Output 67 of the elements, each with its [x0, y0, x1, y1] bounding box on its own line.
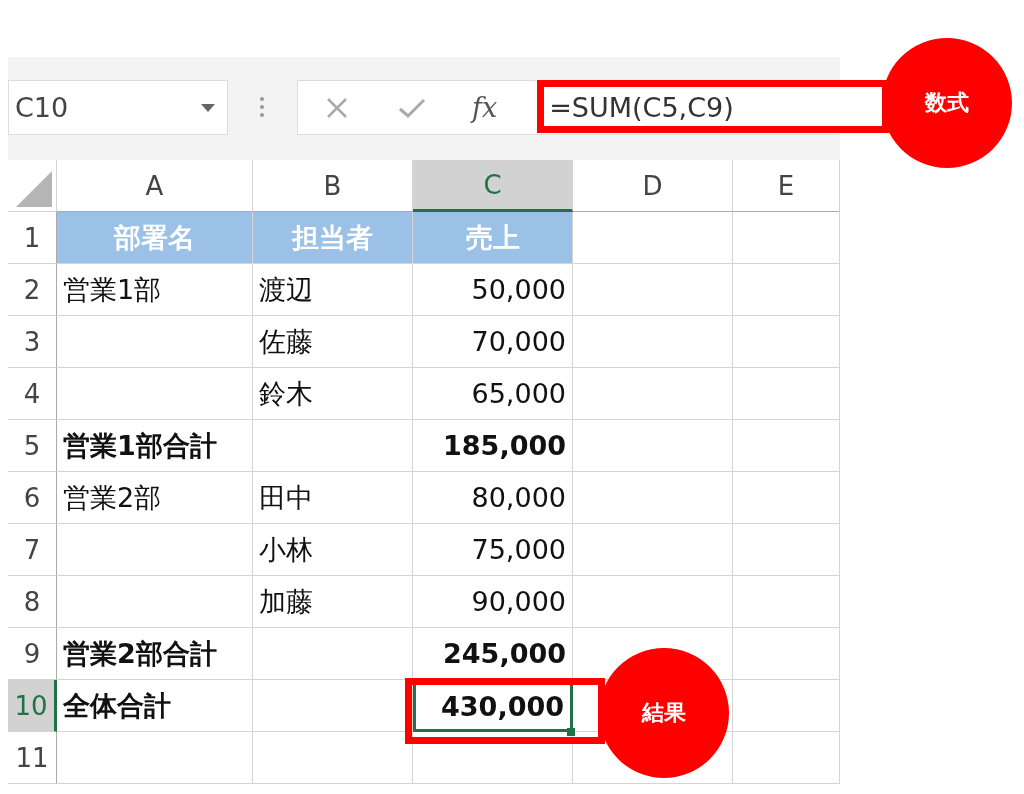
name-box[interactable]: C10	[8, 80, 228, 135]
row-header[interactable]: 4	[8, 368, 57, 420]
table-cell[interactable]: 佐藤	[253, 316, 413, 368]
table-cell[interactable]: 小林	[253, 524, 413, 576]
table-cell[interactable]	[253, 628, 413, 680]
table-cell[interactable]	[733, 316, 840, 368]
fill-handle[interactable]	[567, 728, 575, 736]
table-cell[interactable]: 90,000	[413, 576, 573, 628]
table-cell[interactable]: 65,000	[413, 368, 573, 420]
table-cell[interactable]: 50,000	[413, 264, 573, 316]
table-cell[interactable]	[573, 472, 733, 524]
table-cell[interactable]	[733, 524, 840, 576]
insert-function-button[interactable]: fx	[472, 92, 498, 123]
row-header[interactable]: 8	[8, 576, 57, 628]
table-cell[interactable]	[573, 576, 733, 628]
table-cell[interactable]	[573, 316, 733, 368]
table-cell[interactable]: 営業2部合計	[57, 628, 253, 680]
table-cell[interactable]	[57, 368, 253, 420]
row-header[interactable]: 7	[8, 524, 57, 576]
table-cell[interactable]	[57, 732, 253, 784]
table-cell[interactable]	[573, 368, 733, 420]
table-cell[interactable]	[253, 732, 413, 784]
table-cell[interactable]: 渡辺	[253, 264, 413, 316]
table-cell[interactable]: 営業1部合計	[57, 420, 253, 472]
table-cell[interactable]	[733, 472, 840, 524]
grip-icon	[260, 96, 264, 118]
column-header[interactable]: D	[573, 160, 733, 212]
table-cell[interactable]	[733, 680, 840, 732]
table-cell[interactable]	[733, 732, 840, 784]
column-header[interactable]: C	[413, 160, 573, 212]
table-cell[interactable]: 加藤	[253, 576, 413, 628]
table-cell[interactable]: 185,000	[413, 420, 573, 472]
table-cell[interactable]	[573, 212, 733, 264]
table-cell[interactable]: 営業2部	[57, 472, 253, 524]
table-cell[interactable]	[733, 576, 840, 628]
table-cell[interactable]: 245,000	[413, 628, 573, 680]
row-header[interactable]: 2	[8, 264, 57, 316]
table-cell[interactable]	[573, 420, 733, 472]
row-header[interactable]: 11	[8, 732, 57, 784]
table-cell[interactable]	[733, 212, 840, 264]
select-all-button[interactable]	[8, 160, 57, 212]
table-cell[interactable]: 田中	[253, 472, 413, 524]
row-header[interactable]: 3	[8, 316, 57, 368]
row-header[interactable]: 10	[8, 680, 57, 732]
table-cell[interactable]: 75,000	[413, 524, 573, 576]
table-cell[interactable]	[57, 524, 253, 576]
formula-field[interactable]: =SUM(C5,C9)	[549, 92, 734, 123]
caret-icon	[201, 103, 215, 112]
column-header[interactable]: E	[733, 160, 840, 212]
table-cell[interactable]	[733, 264, 840, 316]
table-cell[interactable]	[253, 420, 413, 472]
table-cell[interactable]	[57, 316, 253, 368]
table-cell[interactable]	[733, 628, 840, 680]
table-cell[interactable]: 全体合計	[57, 680, 253, 732]
row-header[interactable]: 5	[8, 420, 57, 472]
table-cell[interactable]	[733, 368, 840, 420]
table-cell[interactable]	[733, 420, 840, 472]
cancel-icon[interactable]	[326, 96, 348, 119]
table-cell[interactable]	[573, 524, 733, 576]
check-icon[interactable]	[398, 96, 426, 119]
table-cell[interactable]: 80,000	[413, 472, 573, 524]
table-cell[interactable]: 鈴木	[253, 368, 413, 420]
table-cell[interactable]	[57, 576, 253, 628]
table-cell[interactable]: 営業1部	[57, 264, 253, 316]
table-cell[interactable]	[573, 264, 733, 316]
row-header[interactable]: 6	[8, 472, 57, 524]
table-cell[interactable]: 70,000	[413, 316, 573, 368]
